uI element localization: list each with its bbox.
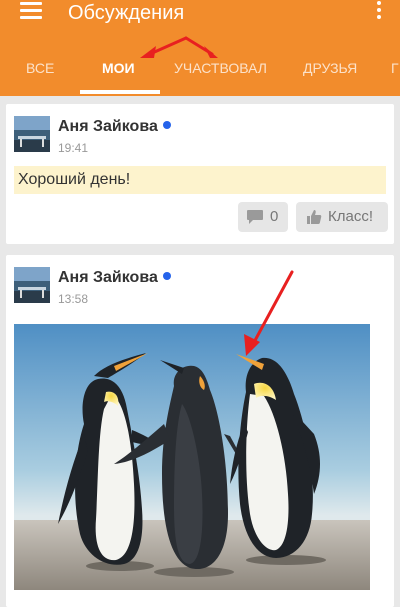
discussion-card[interactable]: Аня Зайкова 19:41 Хороший день! 0 Класс!	[6, 104, 394, 244]
tab-bar: ВСЕ МОИ УЧАСТВОВАЛ ДРУЗЬЯ Г	[0, 52, 400, 96]
post-time: 13:58	[58, 292, 89, 306]
comment-icon	[247, 210, 263, 224]
discussion-card[interactable]: Аня Зайкова 13:58	[6, 255, 394, 607]
thumbs-up-icon	[307, 210, 322, 224]
page-title: Обсуждения	[68, 2, 185, 24]
tab-friends[interactable]: ДРУЗЬЯ	[303, 52, 357, 96]
avatar[interactable]	[14, 267, 50, 303]
like-button[interactable]: Класс!	[296, 202, 388, 232]
online-indicator	[162, 121, 171, 129]
post-time: 19:41	[58, 141, 89, 155]
active-tab-indicator	[80, 90, 160, 94]
online-indicator	[162, 272, 171, 280]
app-bar: Обсуждения ВСЕ МОИ УЧАСТВОВАЛ ДРУЗЬЯ Г	[0, 0, 400, 96]
hamburger-menu-icon[interactable]	[20, 0, 46, 22]
like-label: Класс!	[328, 208, 373, 225]
comment-count: 0	[270, 208, 279, 225]
penguins-photo[interactable]	[14, 324, 370, 590]
status-text: Хороший день!	[14, 166, 386, 194]
tab-participated[interactable]: УЧАСТВОВАЛ	[174, 52, 267, 96]
avatar[interactable]	[14, 116, 50, 152]
comment-button[interactable]: 0	[238, 202, 288, 232]
tab-groups-partial[interactable]: Г	[391, 52, 399, 96]
author-name[interactable]: Аня Зайкова	[58, 118, 171, 136]
author-name[interactable]: Аня Зайкова	[58, 269, 171, 287]
more-vertical-icon[interactable]	[374, 1, 384, 23]
tab-all[interactable]: ВСЕ	[26, 52, 54, 96]
